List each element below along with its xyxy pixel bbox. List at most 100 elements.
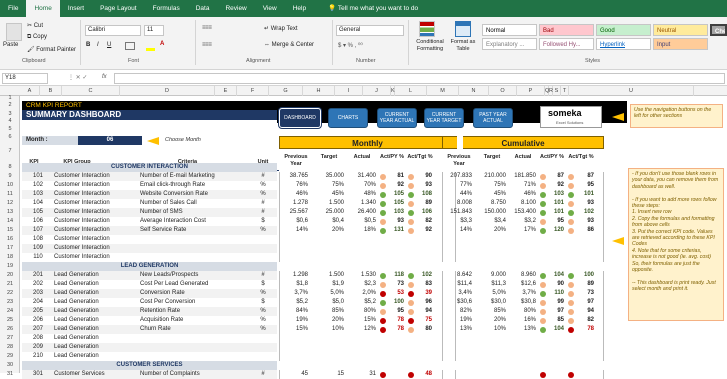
ribbon-tab-help[interactable]: Help xyxy=(285,0,314,17)
row-header-25[interactable]: 25 xyxy=(0,316,20,325)
row-header-13[interactable]: 13 xyxy=(0,208,20,217)
borders-icon[interactable] xyxy=(125,42,135,50)
row-header-2[interactable]: 2 xyxy=(0,101,20,110)
arrow-left-icon xyxy=(147,137,159,145)
copy-button[interactable]: ⧉ Copy xyxy=(27,34,47,41)
nav-button-past-year-actual[interactable]: PAST YEAR ACTUAL xyxy=(473,108,513,128)
row-header-16[interactable]: 16 xyxy=(0,235,20,244)
column-header-C[interactable]: C xyxy=(62,86,120,96)
row-header-20[interactable]: 20 xyxy=(0,271,20,280)
row-header-26[interactable]: 26 xyxy=(0,325,20,334)
cell-style-input[interactable]: Input xyxy=(653,38,708,50)
ribbon-tab-page-layout[interactable]: Page Layout xyxy=(92,0,145,17)
column-header-B[interactable]: B xyxy=(40,86,62,96)
number-format-icons[interactable]: $ ▾ % , ⁰⁰ xyxy=(338,42,363,49)
ribbon-tab-formulas[interactable]: Formulas xyxy=(145,0,188,17)
row-header-10[interactable]: 10 xyxy=(0,181,20,190)
font-size-select[interactable]: 11 xyxy=(144,25,164,36)
ribbon-tab-home[interactable]: Home xyxy=(26,0,60,17)
tell-me-search[interactable]: 💡 Tell me what you want to do xyxy=(314,0,426,17)
ribbon-tab-view[interactable]: View xyxy=(255,0,285,17)
column-header-E[interactable]: E xyxy=(215,86,237,96)
row-header-28[interactable]: 28 xyxy=(0,343,20,352)
ribbon-tab-insert[interactable]: Insert xyxy=(60,0,92,17)
cell-style-check-cell[interactable]: Check Cell xyxy=(710,24,727,36)
row-header-22[interactable]: 22 xyxy=(0,289,20,298)
format-as-table-button[interactable]: Format as Table xyxy=(448,39,478,53)
row-header-19[interactable]: 19 xyxy=(0,262,20,271)
row-header-21[interactable]: 21 xyxy=(0,280,20,289)
column-header-D[interactable]: D xyxy=(120,86,215,96)
row-header-18[interactable]: 18 xyxy=(0,253,20,262)
column-header-P[interactable]: P xyxy=(517,86,545,96)
row-header-17[interactable]: 17 xyxy=(0,244,20,253)
ribbon-tab-data[interactable]: Data xyxy=(188,0,218,17)
row-header-8[interactable]: 8 xyxy=(0,163,20,172)
row-header-15[interactable]: 15 xyxy=(0,226,20,235)
align-top-icons[interactable]: ≡ ≡ ≡ xyxy=(202,25,212,31)
nav-button-current-year-actual[interactable]: CURRENT YEAR ACTUAL xyxy=(377,108,417,128)
paste-button[interactable]: Paste xyxy=(3,42,18,48)
fill-color-icon[interactable] xyxy=(146,42,155,51)
underline-button[interactable]: U xyxy=(107,42,111,48)
column-header-U[interactable]: U xyxy=(569,86,694,96)
ribbon-tab-review[interactable]: Review xyxy=(217,0,254,17)
row-header-14[interactable]: 14 xyxy=(0,217,20,226)
cell-style-hyperlink[interactable]: Hyperlink xyxy=(596,38,651,50)
merge-center-button[interactable]: ⇔ Merge & Center xyxy=(264,42,314,48)
bold-button[interactable]: B xyxy=(86,42,90,48)
name-box[interactable]: Y18 xyxy=(2,73,48,84)
wrap-text-button[interactable]: ↵ Wrap Text xyxy=(264,25,298,32)
cumulative-value: 71% xyxy=(523,182,536,188)
column-header-A[interactable]: A xyxy=(20,86,40,96)
nav-button-current-year-target[interactable]: CURRENT YEAR TARGET xyxy=(424,108,464,128)
font-name-select[interactable]: Calibri xyxy=(85,25,141,36)
cell-style-normal[interactable]: Normal xyxy=(482,24,537,36)
column-header-H[interactable]: H xyxy=(303,86,335,96)
format-as-table-icon[interactable] xyxy=(455,21,471,37)
row-header-23[interactable]: 23 xyxy=(0,298,20,307)
group-separator xyxy=(80,20,81,65)
column-header-L[interactable]: L xyxy=(395,86,427,96)
fx-icon[interactable]: fx xyxy=(102,74,107,80)
paste-icon[interactable] xyxy=(6,23,22,41)
nav-button-dashboard[interactable]: DASHBOARD xyxy=(279,108,321,128)
font-color-icon[interactable]: A xyxy=(160,41,164,47)
row-header-27[interactable]: 27 xyxy=(0,334,20,343)
row-header-29[interactable]: 29 xyxy=(0,352,20,361)
formula-input[interactable] xyxy=(114,73,725,84)
column-header-J[interactable]: J xyxy=(363,86,391,96)
column-header-N[interactable]: N xyxy=(459,86,489,96)
cell-style-explanatory-[interactable]: Explanatory ... xyxy=(482,38,537,50)
cell-style-good[interactable]: Good xyxy=(596,24,651,36)
formula-bar-buttons[interactable]: ⋮ ✕ ✓ xyxy=(68,74,87,81)
row-header-9[interactable]: 9 xyxy=(0,172,20,181)
row-header-31[interactable]: 31 xyxy=(0,370,20,379)
cell-style-neutral[interactable]: Neutral xyxy=(653,24,708,36)
column-header-F[interactable]: F xyxy=(237,86,269,96)
column-header-M[interactable]: M xyxy=(427,86,459,96)
month-select[interactable]: 06 xyxy=(78,136,142,145)
italic-button[interactable]: I xyxy=(97,42,99,48)
column-header-T[interactable]: T xyxy=(561,86,569,96)
column-header-O[interactable]: O xyxy=(489,86,517,96)
cell-style-bad[interactable]: Bad xyxy=(539,24,594,36)
ribbon-tab-file[interactable]: File xyxy=(0,0,26,17)
nav-button-charts[interactable]: CHARTS xyxy=(328,108,368,128)
row-header-24[interactable]: 24 xyxy=(0,307,20,316)
conditional-formatting-button[interactable]: Conditional Formatting xyxy=(412,39,448,53)
conditional-formatting-icon[interactable] xyxy=(419,21,435,37)
format-painter-button[interactable]: 🖌 Format Painter xyxy=(27,46,76,53)
row-header-12[interactable]: 12 xyxy=(0,199,20,208)
align-left-icons[interactable]: ≡ ≡ ≡ xyxy=(202,42,212,48)
row-header-7[interactable]: 7 xyxy=(0,139,20,163)
number-format-select[interactable]: General xyxy=(336,25,404,36)
row-header-30[interactable]: 30 xyxy=(0,361,20,370)
column-header-I[interactable]: I xyxy=(335,86,363,96)
cell-style-followed-hy-[interactable]: Followed Hy... xyxy=(539,38,594,50)
cut-button[interactable]: ✂ Cut xyxy=(27,22,43,29)
column-header-S[interactable]: S xyxy=(553,86,561,96)
status-dot-icon xyxy=(568,308,574,315)
column-header-G[interactable]: G xyxy=(269,86,303,96)
row-header-11[interactable]: 11 xyxy=(0,190,20,199)
